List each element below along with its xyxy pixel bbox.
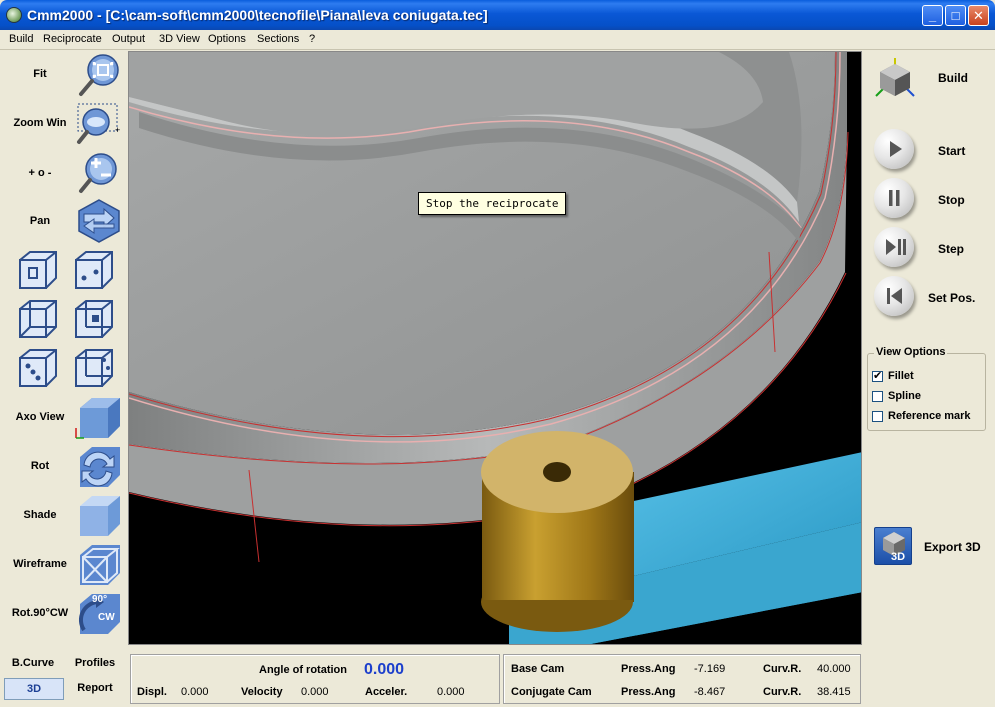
rotate-icon[interactable] bbox=[74, 443, 120, 489]
rot90-label: Rot.90°CW bbox=[11, 607, 69, 619]
right-panel: Build Start Stop Step Set Pos. View Opti… bbox=[862, 51, 995, 707]
menu-sections[interactable]: Sections bbox=[257, 33, 299, 45]
menu-help[interactable]: ? bbox=[309, 33, 315, 45]
tooltip: Stop the reciprocate bbox=[418, 192, 567, 215]
step-label[interactable]: Step bbox=[938, 242, 964, 256]
view-top-cube-icon[interactable] bbox=[14, 297, 60, 343]
reference-mark-checkbox[interactable] bbox=[872, 411, 883, 422]
pan-label: Pan bbox=[29, 215, 51, 227]
view-front-cube-icon[interactable] bbox=[14, 248, 60, 294]
menu-output[interactable]: Output bbox=[112, 33, 145, 45]
rot-label: Rot bbox=[30, 460, 50, 472]
start-label[interactable]: Start bbox=[938, 144, 965, 158]
zoom-plus-minus-label: + o - bbox=[28, 167, 52, 179]
conjugate-cam-label: Conjugate Cam bbox=[511, 686, 592, 698]
base-curv-label: Curv.R. bbox=[763, 663, 802, 675]
view-back-cube-icon[interactable] bbox=[70, 248, 116, 294]
menu-3d-view[interactable]: 3D View bbox=[159, 33, 200, 45]
stop-label[interactable]: Stop bbox=[938, 193, 965, 207]
conj-curv-label: Curv.R. bbox=[763, 686, 802, 698]
displ-label: Displ. bbox=[137, 686, 167, 698]
set-pos-button[interactable] bbox=[874, 276, 914, 316]
view-left-cube-icon[interactable] bbox=[14, 346, 60, 392]
rot90-icon-top: 90° bbox=[92, 594, 108, 605]
conj-curv-value: 38.415 bbox=[817, 686, 851, 698]
angle-value: 0.000 bbox=[364, 661, 405, 678]
fit-zoom-icon[interactable] bbox=[76, 53, 122, 99]
rotate-90-cw-icon[interactable]: 90° CW bbox=[74, 590, 120, 636]
view-options-title: View Options bbox=[874, 346, 948, 358]
motion-status-panel: Angle of rotation 0.000 Displ. 0.000 Vel… bbox=[130, 654, 500, 704]
displ-value: 0.000 bbox=[181, 686, 209, 698]
start-button[interactable] bbox=[874, 129, 914, 169]
cam-status-panel: Base Cam Press.Ang -7.169 Curv.R. 40.000… bbox=[503, 654, 861, 704]
base-cam-label: Base Cam bbox=[511, 663, 565, 675]
3d-button[interactable]: 3D bbox=[4, 678, 64, 700]
stop-button[interactable] bbox=[874, 178, 914, 218]
left-toolbar: Fit Zoom Win + + o - Pan Axo View Rot Sh… bbox=[0, 51, 128, 651]
b-curve-button[interactable]: B.Curve bbox=[4, 657, 62, 675]
pan-icon[interactable] bbox=[76, 198, 122, 244]
velocity-label: Velocity bbox=[241, 686, 283, 698]
zoom-plus-minus-icon[interactable] bbox=[76, 149, 122, 195]
base-curv-value: 40.000 bbox=[817, 663, 851, 675]
fillet-label[interactable]: Fillet bbox=[888, 370, 914, 382]
view-bottom-cube-icon[interactable] bbox=[70, 297, 116, 343]
build-cube-icon[interactable] bbox=[872, 54, 918, 100]
menu-options[interactable]: Options bbox=[208, 33, 246, 45]
menu-bar: Build Reciprocate Output 3D View Options… bbox=[0, 30, 995, 50]
fit-label: Fit bbox=[33, 68, 47, 80]
minimize-button[interactable]: _ bbox=[922, 5, 943, 26]
velocity-value: 0.000 bbox=[301, 686, 329, 698]
close-button[interactable]: ✕ bbox=[968, 5, 989, 26]
fillet-checkbox[interactable] bbox=[872, 369, 883, 382]
shade-icon[interactable] bbox=[74, 492, 120, 538]
report-button[interactable]: Report bbox=[66, 682, 124, 700]
play-icon bbox=[890, 141, 902, 157]
acceler-label: Acceler. bbox=[365, 686, 408, 698]
axo-view-icon[interactable] bbox=[74, 394, 120, 440]
svg-text:+: + bbox=[115, 125, 120, 135]
base-press-ang-label: Press.Ang bbox=[621, 663, 676, 675]
export-3d-label[interactable]: Export 3D bbox=[924, 540, 981, 554]
shade-label: Shade bbox=[23, 509, 57, 521]
cam-scene bbox=[129, 52, 861, 644]
3d-viewport[interactable]: Stop the reciprocate bbox=[128, 51, 862, 645]
wireframe-icon[interactable] bbox=[74, 541, 120, 587]
menu-build[interactable]: Build bbox=[9, 33, 33, 45]
title-bar: Cmm2000 - [C:\cam-soft\cmm2000\tecnofile… bbox=[0, 0, 995, 30]
step-forward-icon bbox=[886, 239, 906, 255]
base-press-ang-value: -7.169 bbox=[694, 663, 726, 675]
view-options-group: View Options Fillet Spline Reference mar… bbox=[867, 346, 986, 431]
conj-press-ang-label: Press.Ang bbox=[621, 686, 676, 698]
reference-mark-label[interactable]: Reference mark bbox=[888, 410, 971, 422]
step-button[interactable] bbox=[874, 227, 914, 267]
wireframe-label: Wireframe bbox=[13, 558, 67, 570]
menu-reciprocate[interactable]: Reciprocate bbox=[43, 33, 102, 45]
export-icon-text: 3D bbox=[891, 551, 906, 563]
export-3d-icon[interactable]: 3D bbox=[874, 527, 912, 565]
maximize-button[interactable]: □ bbox=[945, 5, 966, 26]
rot90-icon-bottom: CW bbox=[98, 612, 115, 623]
app-icon[interactable] bbox=[6, 7, 22, 23]
zoom-win-label: Zoom Win bbox=[13, 117, 67, 129]
profiles-button[interactable]: Profiles bbox=[66, 657, 124, 675]
angle-label: Angle of rotation bbox=[259, 664, 347, 676]
set-pos-label[interactable]: Set Pos. bbox=[928, 291, 975, 305]
build-label[interactable]: Build bbox=[938, 71, 968, 85]
conj-press-ang-value: -8.467 bbox=[694, 686, 726, 698]
spline-label[interactable]: Spline bbox=[888, 390, 921, 402]
axo-view-label: Axo View bbox=[15, 411, 65, 423]
pause-icon bbox=[889, 190, 900, 206]
view-right-cube-icon[interactable] bbox=[70, 346, 116, 392]
view-mode-tabs: B.Curve Profiles 3D Report bbox=[0, 651, 128, 707]
acceler-value: 0.000 bbox=[437, 686, 465, 698]
zoom-window-icon[interactable]: + bbox=[76, 101, 122, 147]
skip-back-icon bbox=[887, 288, 902, 304]
window-title: Cmm2000 - [C:\cam-soft\cmm2000\tecnofile… bbox=[27, 7, 488, 23]
spline-checkbox[interactable] bbox=[872, 391, 883, 402]
